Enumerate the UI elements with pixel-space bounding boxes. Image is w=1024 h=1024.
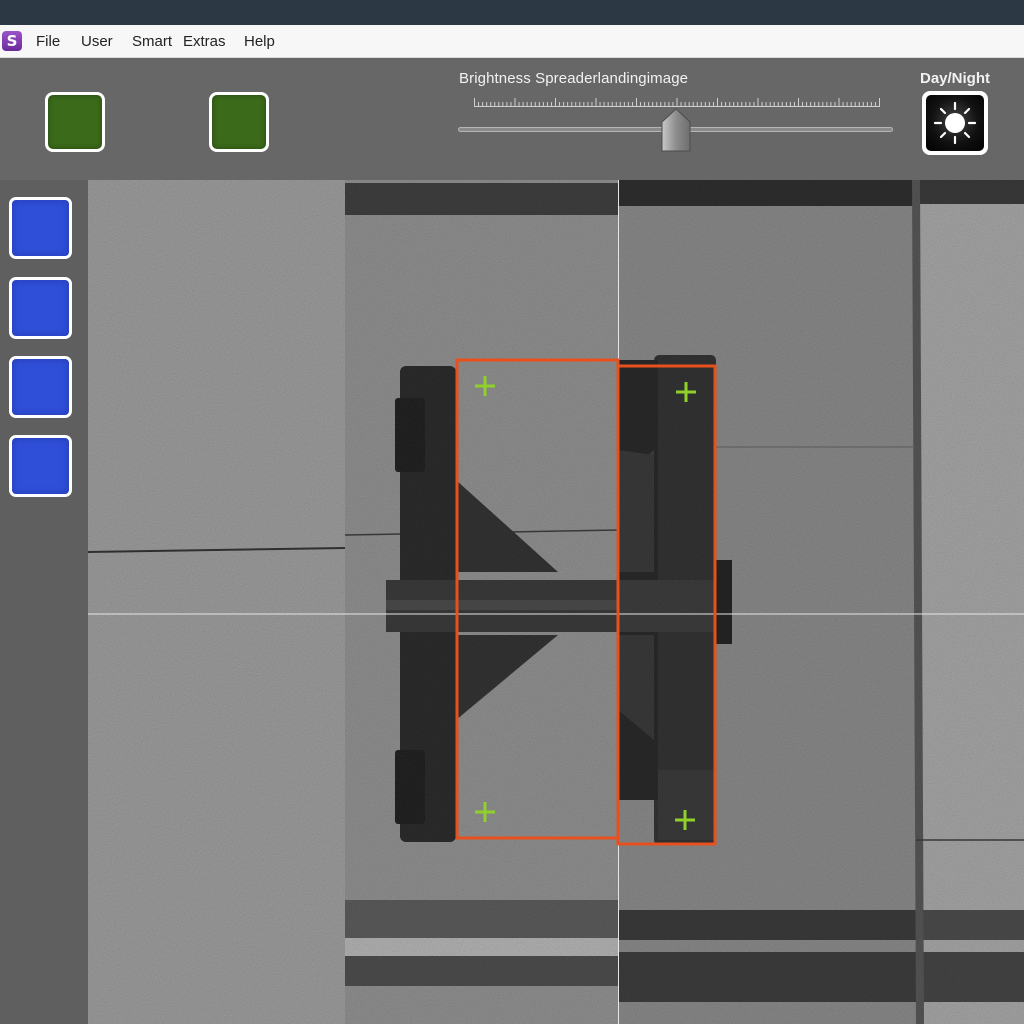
menu-file[interactable]: File bbox=[36, 33, 60, 50]
sun-icon bbox=[933, 101, 977, 145]
menu-smart[interactable]: Smart bbox=[132, 33, 172, 50]
window-title-bar bbox=[0, 0, 1024, 25]
brightness-slider-thumb[interactable] bbox=[661, 108, 691, 152]
blue-side-button-2[interactable] bbox=[9, 277, 72, 339]
camera-view[interactable] bbox=[88, 180, 1024, 1024]
daynight-label: Day/Night bbox=[920, 70, 991, 87]
daynight-toggle-button[interactable] bbox=[922, 91, 988, 155]
blue-side-button-3[interactable] bbox=[9, 356, 72, 418]
slider-ticks bbox=[474, 98, 880, 107]
brightness-slider-label: Brightness Spreaderlandingimage bbox=[459, 70, 689, 87]
green-status-button-2[interactable] bbox=[209, 92, 269, 152]
daynight-inner bbox=[926, 95, 984, 151]
side-panel bbox=[0, 180, 88, 1024]
menu-user[interactable]: User bbox=[81, 33, 113, 50]
menu-help[interactable]: Help bbox=[244, 33, 275, 50]
blue-side-button-1[interactable] bbox=[9, 197, 72, 259]
menu-bar: S File User Smart Extras Help bbox=[0, 25, 1024, 58]
menu-extras[interactable]: Extras bbox=[183, 33, 226, 50]
green-status-button-1[interactable] bbox=[45, 92, 105, 152]
app-logo-icon: S bbox=[2, 31, 22, 51]
camera-image bbox=[88, 180, 1024, 1024]
toolbar: Brightness Spreaderlandingimage Day/Nigh… bbox=[0, 58, 1024, 180]
blue-side-button-4[interactable] bbox=[9, 435, 72, 497]
